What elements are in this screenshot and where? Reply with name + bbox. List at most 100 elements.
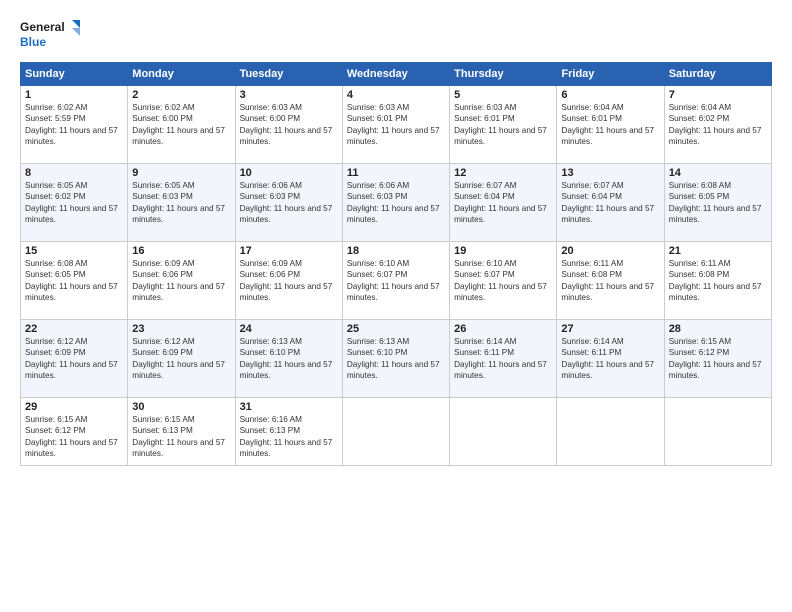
calendar-cell: 22 Sunrise: 6:12 AMSunset: 6:09 PMDaylig… <box>21 320 128 398</box>
weekday-header-saturday: Saturday <box>664 63 771 86</box>
calendar-cell: 20 Sunrise: 6:11 AMSunset: 6:08 PMDaylig… <box>557 242 664 320</box>
calendar-cell: 4 Sunrise: 6:03 AMSunset: 6:01 PMDayligh… <box>342 86 449 164</box>
calendar-cell: 2 Sunrise: 6:02 AMSunset: 6:00 PMDayligh… <box>128 86 235 164</box>
week-row-1: 1 Sunrise: 6:02 AMSunset: 5:59 PMDayligh… <box>21 86 772 164</box>
day-number: 25 <box>347 323 445 335</box>
day-info: Sunrise: 6:03 AMSunset: 6:00 PMDaylight:… <box>240 102 338 148</box>
calendar-cell: 26 Sunrise: 6:14 AMSunset: 6:11 PMDaylig… <box>450 320 557 398</box>
day-number: 12 <box>454 167 552 179</box>
day-number: 17 <box>240 245 338 257</box>
day-info: Sunrise: 6:10 AMSunset: 6:07 PMDaylight:… <box>454 258 552 304</box>
day-number: 8 <box>25 167 123 179</box>
day-number: 6 <box>561 89 659 101</box>
week-row-5: 29 Sunrise: 6:15 AMSunset: 6:12 PMDaylig… <box>21 398 772 466</box>
day-number: 18 <box>347 245 445 257</box>
day-number: 4 <box>347 89 445 101</box>
day-number: 26 <box>454 323 552 335</box>
weekday-header-tuesday: Tuesday <box>235 63 342 86</box>
calendar-cell: 21 Sunrise: 6:11 AMSunset: 6:08 PMDaylig… <box>664 242 771 320</box>
day-number: 1 <box>25 89 123 101</box>
day-number: 14 <box>669 167 767 179</box>
day-number: 20 <box>561 245 659 257</box>
calendar-cell: 24 Sunrise: 6:13 AMSunset: 6:10 PMDaylig… <box>235 320 342 398</box>
generalblue-logo: General Blue <box>20 18 80 52</box>
calendar-cell: 23 Sunrise: 6:12 AMSunset: 6:09 PMDaylig… <box>128 320 235 398</box>
day-number: 30 <box>132 401 230 413</box>
day-info: Sunrise: 6:08 AMSunset: 6:05 PMDaylight:… <box>669 180 767 226</box>
day-number: 5 <box>454 89 552 101</box>
day-info: Sunrise: 6:03 AMSunset: 6:01 PMDaylight:… <box>454 102 552 148</box>
day-info: Sunrise: 6:09 AMSunset: 6:06 PMDaylight:… <box>240 258 338 304</box>
week-row-4: 22 Sunrise: 6:12 AMSunset: 6:09 PMDaylig… <box>21 320 772 398</box>
day-info: Sunrise: 6:15 AMSunset: 6:13 PMDaylight:… <box>132 414 230 460</box>
calendar-cell: 30 Sunrise: 6:15 AMSunset: 6:13 PMDaylig… <box>128 398 235 466</box>
day-number: 16 <box>132 245 230 257</box>
day-info: Sunrise: 6:11 AMSunset: 6:08 PMDaylight:… <box>561 258 659 304</box>
calendar-cell: 18 Sunrise: 6:10 AMSunset: 6:07 PMDaylig… <box>342 242 449 320</box>
calendar-cell: 28 Sunrise: 6:15 AMSunset: 6:12 PMDaylig… <box>664 320 771 398</box>
day-number: 22 <box>25 323 123 335</box>
calendar-cell: 10 Sunrise: 6:06 AMSunset: 6:03 PMDaylig… <box>235 164 342 242</box>
calendar-cell: 7 Sunrise: 6:04 AMSunset: 6:02 PMDayligh… <box>664 86 771 164</box>
day-info: Sunrise: 6:12 AMSunset: 6:09 PMDaylight:… <box>132 336 230 382</box>
calendar-cell: 29 Sunrise: 6:15 AMSunset: 6:12 PMDaylig… <box>21 398 128 466</box>
calendar-cell: 13 Sunrise: 6:07 AMSunset: 6:04 PMDaylig… <box>557 164 664 242</box>
weekday-header-sunday: Sunday <box>21 63 128 86</box>
calendar-cell: 17 Sunrise: 6:09 AMSunset: 6:06 PMDaylig… <box>235 242 342 320</box>
svg-text:Blue: Blue <box>20 35 46 49</box>
day-number: 24 <box>240 323 338 335</box>
day-number: 29 <box>25 401 123 413</box>
calendar-cell <box>557 398 664 466</box>
calendar-cell: 15 Sunrise: 6:08 AMSunset: 6:05 PMDaylig… <box>21 242 128 320</box>
calendar-cell: 11 Sunrise: 6:06 AMSunset: 6:03 PMDaylig… <box>342 164 449 242</box>
calendar-cell: 14 Sunrise: 6:08 AMSunset: 6:05 PMDaylig… <box>664 164 771 242</box>
day-number: 13 <box>561 167 659 179</box>
calendar-cell <box>664 398 771 466</box>
day-info: Sunrise: 6:04 AMSunset: 6:02 PMDaylight:… <box>669 102 767 148</box>
day-number: 2 <box>132 89 230 101</box>
day-info: Sunrise: 6:06 AMSunset: 6:03 PMDaylight:… <box>347 180 445 226</box>
weekday-header-thursday: Thursday <box>450 63 557 86</box>
calendar-cell: 31 Sunrise: 6:16 AMSunset: 6:13 PMDaylig… <box>235 398 342 466</box>
calendar-cell: 19 Sunrise: 6:10 AMSunset: 6:07 PMDaylig… <box>450 242 557 320</box>
calendar-cell: 9 Sunrise: 6:05 AMSunset: 6:03 PMDayligh… <box>128 164 235 242</box>
day-number: 3 <box>240 89 338 101</box>
day-number: 15 <box>25 245 123 257</box>
svg-text:General: General <box>20 20 65 34</box>
day-number: 31 <box>240 401 338 413</box>
day-info: Sunrise: 6:03 AMSunset: 6:01 PMDaylight:… <box>347 102 445 148</box>
calendar-cell: 6 Sunrise: 6:04 AMSunset: 6:01 PMDayligh… <box>557 86 664 164</box>
week-row-3: 15 Sunrise: 6:08 AMSunset: 6:05 PMDaylig… <box>21 242 772 320</box>
day-info: Sunrise: 6:13 AMSunset: 6:10 PMDaylight:… <box>240 336 338 382</box>
calendar-cell: 27 Sunrise: 6:14 AMSunset: 6:11 PMDaylig… <box>557 320 664 398</box>
calendar-cell: 1 Sunrise: 6:02 AMSunset: 5:59 PMDayligh… <box>21 86 128 164</box>
header: General Blue <box>20 18 772 52</box>
day-info: Sunrise: 6:08 AMSunset: 6:05 PMDaylight:… <box>25 258 123 304</box>
day-info: Sunrise: 6:05 AMSunset: 6:03 PMDaylight:… <box>132 180 230 226</box>
day-number: 7 <box>669 89 767 101</box>
calendar-table: SundayMondayTuesdayWednesdayThursdayFrid… <box>20 62 772 466</box>
calendar-cell: 5 Sunrise: 6:03 AMSunset: 6:01 PMDayligh… <box>450 86 557 164</box>
calendar-cell <box>450 398 557 466</box>
calendar-cell: 8 Sunrise: 6:05 AMSunset: 6:02 PMDayligh… <box>21 164 128 242</box>
logo: General Blue <box>20 18 80 52</box>
day-info: Sunrise: 6:16 AMSunset: 6:13 PMDaylight:… <box>240 414 338 460</box>
calendar-cell <box>342 398 449 466</box>
day-number: 21 <box>669 245 767 257</box>
day-info: Sunrise: 6:12 AMSunset: 6:09 PMDaylight:… <box>25 336 123 382</box>
day-info: Sunrise: 6:07 AMSunset: 6:04 PMDaylight:… <box>454 180 552 226</box>
day-info: Sunrise: 6:09 AMSunset: 6:06 PMDaylight:… <box>132 258 230 304</box>
calendar-cell: 3 Sunrise: 6:03 AMSunset: 6:00 PMDayligh… <box>235 86 342 164</box>
day-info: Sunrise: 6:02 AMSunset: 6:00 PMDaylight:… <box>132 102 230 148</box>
day-info: Sunrise: 6:10 AMSunset: 6:07 PMDaylight:… <box>347 258 445 304</box>
day-info: Sunrise: 6:04 AMSunset: 6:01 PMDaylight:… <box>561 102 659 148</box>
day-info: Sunrise: 6:14 AMSunset: 6:11 PMDaylight:… <box>561 336 659 382</box>
day-number: 23 <box>132 323 230 335</box>
day-number: 10 <box>240 167 338 179</box>
day-info: Sunrise: 6:02 AMSunset: 5:59 PMDaylight:… <box>25 102 123 148</box>
day-info: Sunrise: 6:05 AMSunset: 6:02 PMDaylight:… <box>25 180 123 226</box>
weekday-header-row: SundayMondayTuesdayWednesdayThursdayFrid… <box>21 63 772 86</box>
calendar-cell: 25 Sunrise: 6:13 AMSunset: 6:10 PMDaylig… <box>342 320 449 398</box>
day-number: 9 <box>132 167 230 179</box>
weekday-header-monday: Monday <box>128 63 235 86</box>
